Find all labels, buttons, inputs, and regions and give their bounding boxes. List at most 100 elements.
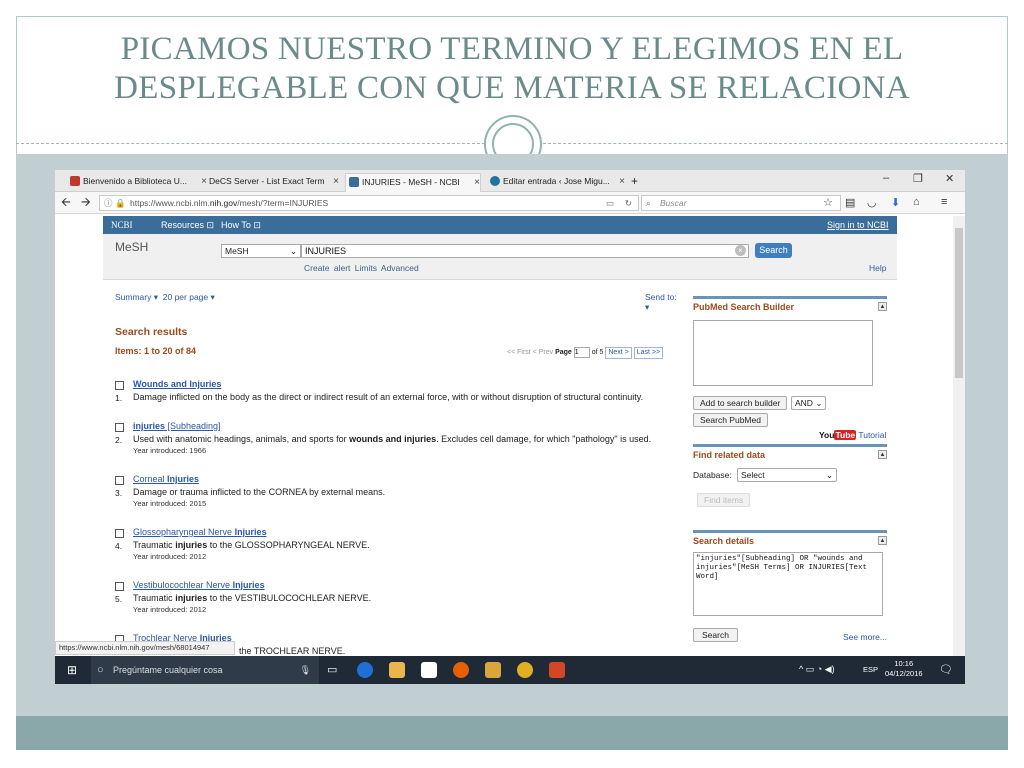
- result-checkbox[interactable]: [115, 582, 124, 591]
- reading-list-icon[interactable]: ▤: [845, 196, 855, 209]
- tab-biblioteca[interactable]: Bienvenido a Biblioteca U... ×: [67, 173, 207, 192]
- search-input[interactable]: INJURIES: [301, 244, 749, 258]
- help-link[interactable]: Help: [869, 263, 886, 273]
- year-introduced: Year introduced: 2012: [133, 605, 207, 614]
- details-search-button[interactable]: Search: [693, 628, 738, 642]
- first-page-link[interactable]: << First: [507, 349, 531, 356]
- limits-link[interactable]: Limits: [355, 263, 377, 273]
- result-number: 5.: [115, 594, 123, 604]
- bookmark-star-icon[interactable]: ☆: [823, 196, 833, 209]
- notifications-icon[interactable]: 🗨: [939, 663, 953, 676]
- new-tab-button[interactable]: +: [627, 173, 647, 192]
- url-bar[interactable]: ⓘ 🔒 https://www.ncbi.nlm.nih.gov/mesh/?t…: [99, 195, 639, 211]
- add-to-builder-button[interactable]: Add to search builder: [693, 396, 788, 410]
- youtube-tutorial-link[interactable]: YouTube Tutorial: [819, 430, 886, 440]
- advanced-link[interactable]: Advanced: [381, 263, 419, 273]
- related-database-select[interactable]: Select ⌄: [737, 468, 837, 482]
- windows-taskbar: ⊞ ○ Pregúntame cualquier cosa 🎙 ▭ ^ ▭ ◔ …: [55, 656, 965, 684]
- edge-icon[interactable]: [357, 662, 373, 678]
- boolean-operator-select[interactable]: AND ⌄: [791, 396, 827, 410]
- search-button[interactable]: Search: [755, 243, 792, 258]
- task-view-icon[interactable]: ▭: [327, 663, 337, 676]
- search-pubmed-button[interactable]: Search PubMed: [693, 413, 768, 427]
- page-scrollbar[interactable]: [953, 216, 965, 656]
- result-checkbox[interactable]: [115, 423, 124, 432]
- pocket-icon[interactable]: ◡: [867, 196, 877, 209]
- results-area: Summary ▾ 20 per page ▾ Send to: ▾ Searc…: [103, 280, 683, 656]
- close-tab-icon[interactable]: ×: [333, 173, 339, 190]
- close-tab-icon[interactable]: ×: [619, 173, 625, 190]
- search-details-textarea[interactable]: "injuries"[Subheading] OR "wounds and in…: [693, 552, 883, 616]
- result-title-link[interactable]: Glossopharyngeal Nerve Injuries: [133, 527, 267, 537]
- pager: << First < Prev Page of 5 Next > Last >>: [507, 346, 664, 359]
- summary-dropdown[interactable]: Summary ▾: [115, 292, 158, 302]
- result-checkbox[interactable]: [115, 476, 124, 485]
- menu-icon[interactable]: ≡: [941, 196, 947, 208]
- status-bar: https://www.ncbi.nlm.nih.gov/mesh/680149…: [55, 641, 235, 655]
- signin-link[interactable]: Sign in to NCBI: [827, 216, 889, 234]
- forward-icon[interactable]: 🡪: [81, 196, 91, 209]
- reader-icon[interactable]: ▭: [606, 196, 614, 210]
- database-select[interactable]: MeSH ⌄: [221, 244, 301, 258]
- clear-icon[interactable]: ×: [735, 245, 746, 256]
- scrollbar-thumb[interactable]: [955, 228, 963, 378]
- clock[interactable]: 10:16 04/12/2016: [885, 659, 923, 679]
- send-to-dropdown[interactable]: Send to: ▾: [645, 292, 683, 313]
- create-alert-link[interactable]: Create alert: [304, 263, 350, 273]
- powerpoint-icon[interactable]: [549, 662, 565, 678]
- collapse-icon[interactable]: ▲: [878, 302, 887, 311]
- language-indicator[interactable]: ESP: [863, 665, 878, 674]
- result-checkbox[interactable]: [115, 529, 124, 538]
- result-number: 3.: [115, 488, 123, 498]
- last-page-button[interactable]: Last >>: [633, 347, 664, 359]
- firefox-icon[interactable]: [453, 662, 469, 678]
- cortana-search[interactable]: ○ Pregúntame cualquier cosa 🎙: [91, 656, 319, 684]
- url-path: /mesh/?term=INJURIES: [237, 198, 329, 208]
- restore-icon[interactable]: ❐: [913, 172, 923, 185]
- find-items-button[interactable]: Find items: [697, 493, 751, 507]
- howto-menu[interactable]: How To ⊡: [221, 216, 261, 234]
- page-number-input[interactable]: [573, 347, 590, 358]
- collapse-icon[interactable]: ▲: [878, 536, 887, 545]
- see-more-link[interactable]: See more...: [843, 632, 887, 642]
- per-page-dropdown[interactable]: 20 per page ▾: [163, 292, 215, 302]
- home-icon[interactable]: ⌂: [913, 196, 920, 208]
- collapse-icon[interactable]: ▲: [878, 450, 887, 459]
- microphone-icon[interactable]: 🎙: [300, 656, 311, 684]
- builder-textarea[interactable]: [693, 320, 873, 386]
- chrome-icon[interactable]: [517, 662, 533, 678]
- tab-decs[interactable]: DeCS Server - List Exact Term ×: [193, 173, 339, 192]
- tray-icons[interactable]: ^ ▭ ◔ ◀): [799, 664, 835, 675]
- next-page-button[interactable]: Next >: [605, 347, 632, 359]
- related-panel-title: Find related data ▲: [693, 444, 887, 460]
- store-icon[interactable]: [421, 662, 437, 678]
- result-title-link[interactable]: Vestibulocochlear Nerve Injuries: [133, 580, 265, 590]
- url-host: nih.gov: [209, 198, 238, 208]
- close-window-icon[interactable]: ✕: [945, 172, 954, 185]
- tab-label: DeCS Server - List Exact Term: [209, 176, 325, 186]
- windows-start-icon[interactable]: ⊞: [67, 663, 77, 677]
- ncbi-logo[interactable]: NCBI: [111, 216, 133, 234]
- prev-page-link[interactable]: < Prev: [533, 349, 553, 356]
- reload-icon[interactable]: ↻: [625, 196, 632, 210]
- info-icon[interactable]: ⓘ: [104, 196, 113, 210]
- download-icon[interactable]: ⬇: [891, 196, 900, 209]
- ncbi-icon: [349, 177, 359, 187]
- lock-icon: 🔒: [115, 198, 126, 208]
- ncbi-topbar: NCBI Resources ⊡ How To ⊡ Sign in to NCB…: [103, 216, 897, 234]
- tab-label: Editar entrada ‹ Jose Migu...: [503, 176, 610, 186]
- tab-wordpress[interactable]: Editar entrada ‹ Jose Migu... ×: [487, 173, 625, 192]
- close-tab-icon[interactable]: ×: [474, 174, 480, 191]
- minimize-icon[interactable]: –: [883, 172, 889, 184]
- file-explorer-icon[interactable]: [389, 662, 405, 678]
- browser-search-input[interactable]: ⌕ Buscar: [641, 195, 841, 211]
- slide-title: PICAMOS NUESTRO TERMINO Y ELEGIMOS EN EL…: [40, 30, 984, 108]
- resources-menu[interactable]: Resources ⊡: [161, 216, 214, 234]
- result-title-link[interactable]: Wounds and Injuries: [133, 379, 221, 389]
- result-checkbox[interactable]: [115, 381, 124, 390]
- tab-mesh-ncbi[interactable]: INJURIES - MeSH - NCBI ×: [345, 173, 481, 192]
- result-title-link[interactable]: Corneal Injuries: [133, 474, 199, 484]
- back-icon[interactable]: 🡨: [61, 196, 71, 209]
- result-title-link[interactable]: injuries [Subheading]: [133, 421, 221, 431]
- app-icon[interactable]: [485, 662, 501, 678]
